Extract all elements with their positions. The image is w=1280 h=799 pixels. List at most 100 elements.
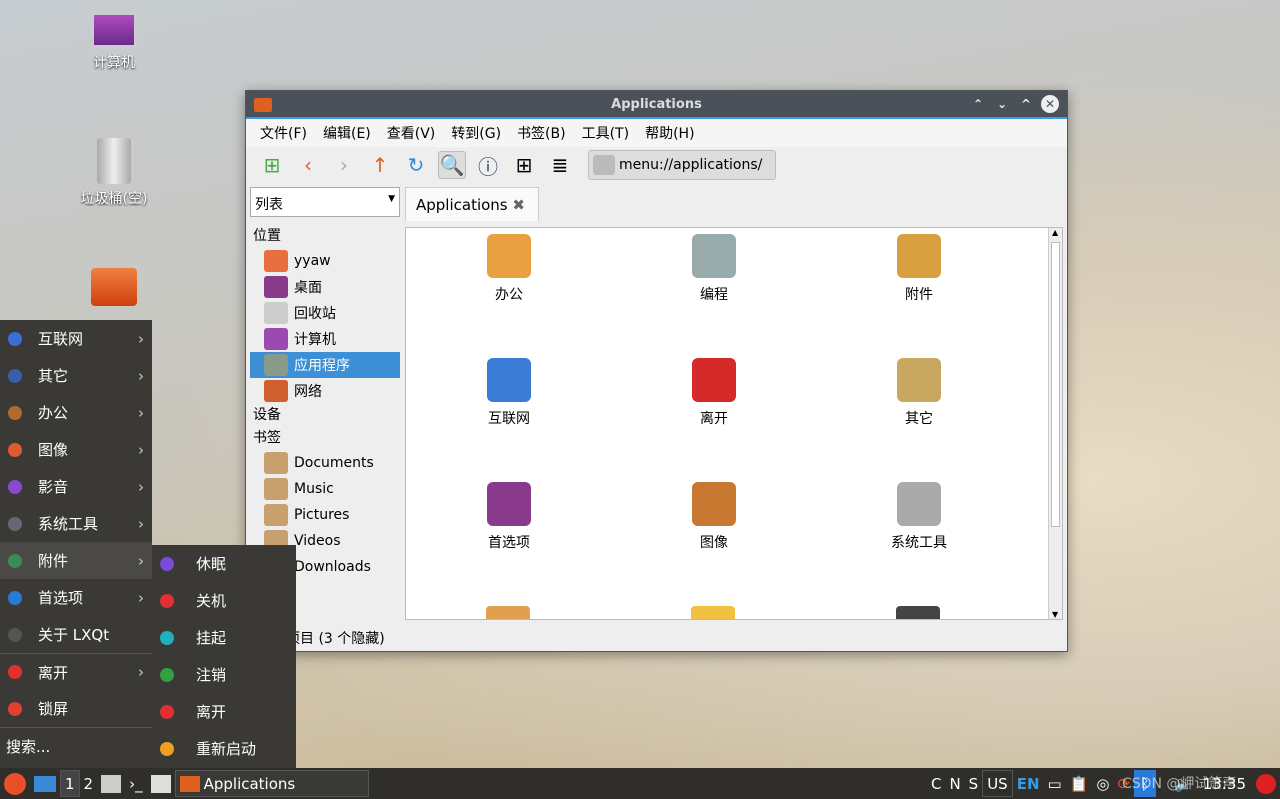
desktop-icon-trash[interactable]: 垃圾桶(空) [69,138,159,208]
launcher-item[interactable]: 办公 › [0,394,152,431]
app-item[interactable]: 离开 [654,358,774,428]
launcher-item[interactable]: 其它 › [0,357,152,394]
keyboard-layout[interactable]: US [982,770,1013,797]
power-icon[interactable] [1252,770,1280,797]
input-method[interactable]: EN [1013,770,1044,797]
terminal-launcher[interactable]: ›_ [125,770,147,797]
new-tab-icon[interactable]: ⊞ [258,151,286,179]
search-icon[interactable]: 🔍 [438,151,466,179]
app-item[interactable]: 附件 [859,234,979,304]
app-icon[interactable] [896,606,940,619]
minimize-button[interactable]: ⌄ [993,95,1011,113]
chevron-right-icon: › [138,329,144,348]
desktop-icon-computer[interactable]: 计算机 [69,12,159,72]
main-menu-button[interactable] [0,770,30,797]
desktop-switch-1[interactable]: 1 [60,770,80,797]
icon-view-icon[interactable]: ⊞ [510,151,538,179]
leave-item[interactable]: 离开 [152,693,296,730]
address-bar[interactable]: menu://applications/ [588,150,776,180]
drive-icon [593,155,615,175]
leave-item[interactable]: 休眠 [152,545,296,582]
app-item[interactable]: 首选项 [449,482,569,552]
reload-icon[interactable]: ↻ [402,151,430,179]
app-icon[interactable] [486,606,530,619]
app-label: 附件 [905,287,933,303]
folder-icon [264,452,288,474]
sidebar-item-desktop[interactable]: 桌面 [250,274,400,300]
app-item[interactable]: 系统工具 [859,482,979,552]
sidebar-item-home[interactable]: yyaw [250,248,400,274]
tab-applications[interactable]: Applications ✖ [405,187,539,221]
update-icon[interactable]: ◎ [1092,770,1113,797]
sidebar-item-trash[interactable]: 回收站 [250,300,400,326]
leave-item[interactable]: 挂起 [152,619,296,656]
forward-icon[interactable]: › [330,151,358,179]
menu-bar: 文件(F) 编辑(E) 查看(V) 转到(G) 书签(B) 工具(T) 帮助(H) [246,119,1067,147]
close-tab-icon[interactable]: ✖ [512,196,525,214]
text-editor-launcher[interactable] [147,770,175,797]
bluetooth-icon[interactable]: ᛒ [1134,770,1157,797]
show-desktop-button[interactable] [30,770,60,797]
restart-icon[interactable]: ⟳ [1114,770,1135,797]
menu-bookmarks[interactable]: 书签(B) [517,123,566,143]
maximize-button[interactable]: ^ [1017,95,1035,113]
leave-item[interactable]: 关机 [152,582,296,619]
app-item[interactable]: 图像 [654,482,774,552]
close-button[interactable]: ✕ [1041,95,1059,113]
launcher-item[interactable]: 锁屏 [0,690,152,727]
menu-view[interactable]: 查看(V) [387,123,436,143]
launcher-item[interactable]: 离开 › [0,653,152,690]
bookmark-pictures[interactable]: Pictures [250,502,400,528]
computer-icon [91,12,137,48]
app-label: 其它 [905,411,933,427]
launcher-item[interactable]: 影音 › [0,468,152,505]
bookmark-music[interactable]: Music [250,476,400,502]
volume-icon[interactable]: 🔈 [1170,770,1197,797]
label: 计算机 [93,55,135,71]
clock[interactable]: 13:35 [1197,770,1252,797]
clipboard-icon[interactable]: 📋 [1066,770,1093,797]
leave-item[interactable]: 注销 [152,656,296,693]
menu-go[interactable]: 转到(G) [451,123,501,143]
label: 挂起 [196,629,227,647]
launcher-item[interactable]: 图像 › [0,431,152,468]
sidebar-item-computer[interactable]: 计算机 [250,326,400,352]
launcher-item[interactable]: 系统工具 › [0,505,152,542]
network-icon[interactable]: ▭ [1044,770,1066,797]
menu-help[interactable]: 帮助(H) [645,123,694,143]
app-item[interactable]: 其它 [859,358,979,428]
sidebar-item-applications[interactable]: 应用程序 [250,352,400,378]
shade-button[interactable]: ⌃ [969,95,987,113]
app-item[interactable]: 办公 [449,234,569,304]
search-input[interactable]: 搜索... [0,727,152,764]
file-manager-launcher[interactable] [97,770,125,797]
menu-file[interactable]: 文件(F) [260,123,307,143]
back-icon[interactable]: ‹ [294,151,322,179]
leave-item[interactable]: 重新启动 [152,730,296,767]
app-item[interactable]: 互联网 [449,358,569,428]
sidebar-item-network[interactable]: 网络 [250,378,400,404]
desktop-switch-2[interactable]: 2 [80,770,98,797]
launcher-item[interactable]: 附件 › [0,542,152,579]
scrollbar-thumb[interactable] [1051,242,1060,527]
address-text: menu://applications/ [619,157,763,173]
launcher-item[interactable]: 关于 LXQt [0,616,152,653]
bookmark-documents[interactable]: Documents [250,450,400,476]
desktop-icon-folder[interactable] [69,268,159,310]
chevron-right-icon: › [138,588,144,607]
status-bar: 项目 (3 个隐藏) [286,628,385,648]
launcher-item[interactable]: 首选项 › [0,579,152,616]
menu-tools[interactable]: 工具(T) [582,123,629,143]
menu-edit[interactable]: 编辑(E) [323,123,371,143]
info-icon[interactable]: ⓘ [474,151,502,179]
vertical-scrollbar[interactable]: ▲ ▼ [1048,228,1062,619]
title-bar[interactable]: Applications ⌃ ⌄ ^ ✕ [246,91,1067,119]
list-view-icon[interactable]: ≣ [546,151,574,179]
launcher-item[interactable]: 互联网 › [0,320,152,357]
up-icon[interactable]: ↑ [366,151,394,179]
task-applications[interactable]: Applications [174,770,369,797]
chevron-down-icon: ▼ [388,194,395,204]
view-select[interactable]: 列表 ▼ [250,187,400,217]
app-icon[interactable] [691,606,735,619]
app-item[interactable]: 编程 [654,234,774,304]
